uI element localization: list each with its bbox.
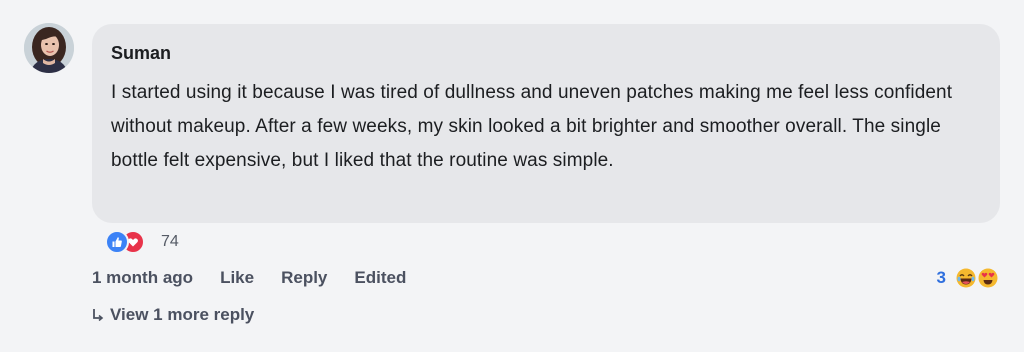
laughing-emoji-icon — [956, 268, 976, 288]
reaction-summary[interactable]: 74 — [105, 230, 179, 254]
reaction-count: 74 — [161, 233, 179, 250]
like-icon — [105, 230, 129, 254]
reply-reactions[interactable]: 3 — [937, 266, 998, 290]
like-button[interactable]: Like — [220, 268, 254, 288]
reply-arrow-icon — [93, 309, 104, 322]
reply-reaction-count: 3 — [936, 268, 946, 287]
reply-button[interactable]: Reply — [281, 268, 327, 288]
view-more-replies-link[interactable]: View 1 more reply — [92, 303, 254, 327]
comment-actions: 1 month ago Like Reply Edited — [92, 266, 433, 290]
avatar-image — [24, 23, 74, 73]
view-more-replies-label: View 1 more reply — [110, 305, 255, 324]
avatar[interactable] — [24, 23, 74, 73]
heart-eyes-emoji-icon — [978, 268, 998, 288]
edited-label[interactable]: Edited — [354, 268, 406, 288]
comment-author[interactable]: Suman — [111, 40, 980, 66]
comment-text: I started using it because I was tired o… — [111, 82, 953, 171]
comment-bubble: Suman I started using it because I was t… — [92, 24, 1000, 223]
timestamp[interactable]: 1 month ago — [92, 268, 193, 288]
